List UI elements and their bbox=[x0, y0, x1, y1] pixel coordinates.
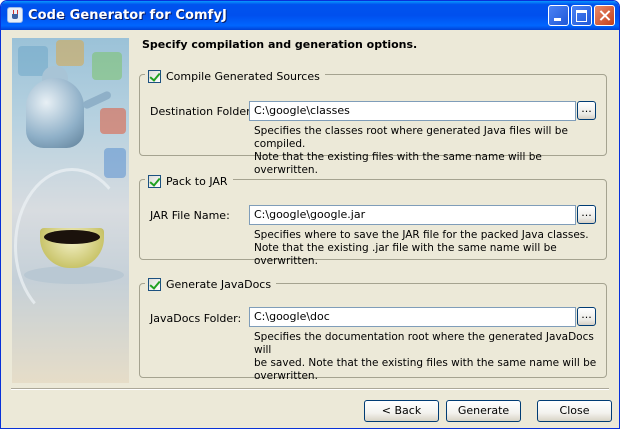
javadocs-checkbox-label: Generate JavaDocs bbox=[166, 277, 272, 291]
javadocs-folder-input[interactable]: C:\google\doc bbox=[249, 307, 576, 327]
code-generator-window: Code Generator for ComfyJ Specify compil… bbox=[0, 0, 620, 429]
checkbox-checked-icon[interactable] bbox=[148, 174, 161, 188]
title-bar[interactable]: Code Generator for ComfyJ bbox=[1, 1, 619, 30]
jar-file-name-label: JAR File Name: bbox=[150, 209, 230, 222]
jar-description: Specifies where to save the JAR file for… bbox=[254, 229, 589, 267]
generate-button[interactable]: Generate bbox=[446, 400, 521, 422]
window-title: Code Generator for ComfyJ bbox=[28, 8, 227, 23]
jar-file-name-input[interactable]: C:\google\google.jar bbox=[249, 205, 576, 225]
javadocs-description: Specifies the documentation root where t… bbox=[254, 331, 597, 382]
wizard-side-image bbox=[12, 38, 129, 383]
javadocs-folder-label: JavaDocs Folder: bbox=[150, 312, 242, 325]
jar-checkbox[interactable]: Pack to JAR bbox=[145, 173, 233, 189]
close-button[interactable]: Close bbox=[537, 400, 612, 422]
javadocs-browse-button[interactable]: ... bbox=[577, 307, 596, 326]
javadocs-checkbox[interactable]: Generate JavaDocs bbox=[145, 276, 277, 292]
maximize-button[interactable] bbox=[571, 5, 592, 26]
compile-checkbox[interactable]: Compile Generated Sources bbox=[145, 68, 325, 84]
jar-browse-button[interactable]: ... bbox=[577, 205, 596, 224]
close-window-button[interactable] bbox=[594, 5, 615, 26]
minimize-button[interactable] bbox=[548, 5, 569, 26]
destination-browse-button[interactable]: ... bbox=[577, 101, 596, 120]
footer-separator bbox=[11, 388, 609, 390]
compile-checkbox-label: Compile Generated Sources bbox=[166, 69, 320, 83]
checkbox-checked-icon[interactable] bbox=[148, 277, 161, 291]
destination-folder-input[interactable]: C:\google\classes bbox=[249, 101, 576, 121]
jar-checkbox-label: Pack to JAR bbox=[166, 174, 228, 188]
compile-description: Specifies the classes root where generat… bbox=[254, 125, 568, 176]
back-button[interactable]: < Back bbox=[364, 400, 439, 422]
java-cup-icon bbox=[7, 7, 23, 23]
page-heading: Specify compilation and generation optio… bbox=[142, 38, 418, 51]
checkbox-checked-icon[interactable] bbox=[148, 69, 161, 83]
destination-folder-label: Destination Folder: bbox=[150, 105, 255, 118]
